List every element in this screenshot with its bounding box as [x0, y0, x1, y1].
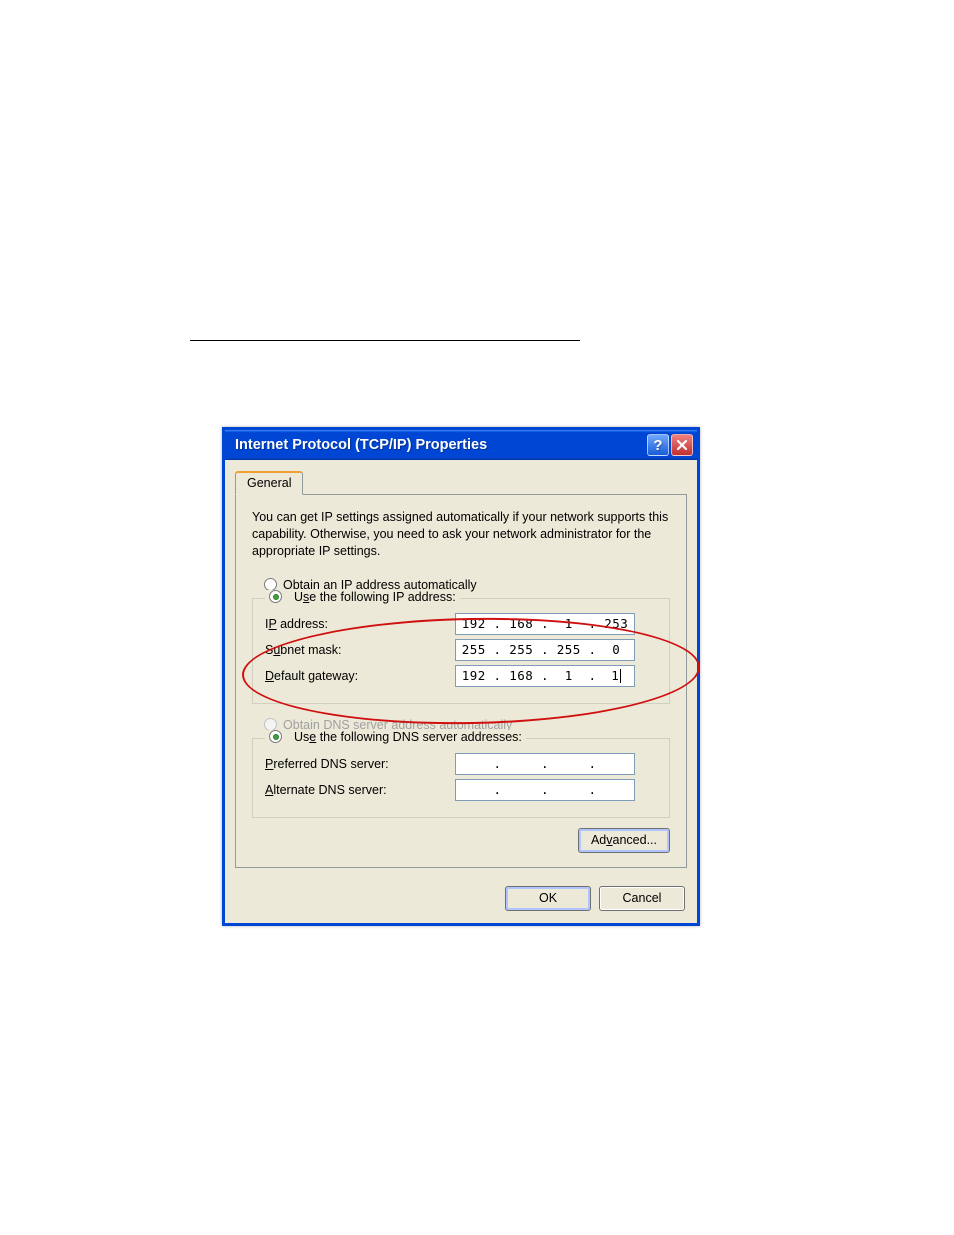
radio-label: Use the following DNS server addresses: — [294, 730, 522, 744]
tab-label: General — [247, 476, 291, 490]
dns-fieldset: Use the following DNS server addresses: … — [252, 738, 670, 818]
label-alternate-dns: Alternate DNS server: — [265, 783, 455, 797]
titlebar[interactable]: Internet Protocol (TCP/IP) Properties ? — [225, 430, 697, 460]
radio-use-ip[interactable]: Use the following IP address: — [265, 590, 460, 604]
label-ip-address: IP address: — [265, 617, 455, 631]
radio-label: Use the following IP address: — [294, 590, 456, 604]
help-icon[interactable]: ? — [647, 434, 669, 456]
input-alternate-dns[interactable]: . . . — [455, 779, 635, 801]
tab-general[interactable]: General — [235, 471, 303, 495]
document-divider — [190, 340, 580, 341]
ok-button[interactable]: OK — [505, 886, 591, 911]
intro-text: You can get IP settings assigned automat… — [252, 509, 670, 560]
advanced-button[interactable]: Advanced... — [578, 828, 670, 853]
label-preferred-dns: Preferred DNS server: — [265, 757, 455, 771]
text-cursor-icon — [620, 669, 621, 683]
input-default-gateway[interactable]: 192. 168. 1. 1 — [455, 665, 635, 687]
radio-icon — [269, 730, 282, 743]
tabstrip: General — [235, 470, 687, 495]
tcpip-properties-dialog: Internet Protocol (TCP/IP) Properties ? … — [222, 427, 700, 926]
ip-radiogroup: Obtain an IP address automatically Use t… — [252, 576, 670, 704]
ip-fieldset: Use the following IP address: IP address… — [252, 598, 670, 704]
dialog-buttons: OK Cancel — [225, 878, 697, 923]
close-icon[interactable] — [671, 434, 693, 456]
row-alternate-dns: Alternate DNS server: . . . — [265, 779, 657, 801]
row-preferred-dns: Preferred DNS server: . . . — [265, 753, 657, 775]
dialog-title: Internet Protocol (TCP/IP) Properties — [235, 437, 647, 453]
label-default-gateway: Default gateway: — [265, 669, 455, 683]
general-panel: You can get IP settings assigned automat… — [235, 495, 687, 868]
row-subnet-mask: Subnet mask: 255. 255. 255. 0 — [265, 639, 657, 661]
label-subnet-mask: Subnet mask: — [265, 643, 455, 657]
input-subnet-mask[interactable]: 255. 255. 255. 0 — [455, 639, 635, 661]
row-ip-address: IP address: 192. 168. 1. 253 — [265, 613, 657, 635]
dns-radiogroup: Obtain DNS server address automatically … — [252, 716, 670, 818]
radio-use-dns[interactable]: Use the following DNS server addresses: — [265, 730, 526, 744]
cancel-button[interactable]: Cancel — [599, 886, 685, 911]
advanced-row: Advanced... — [252, 828, 670, 853]
row-default-gateway: Default gateway: 192. 168. 1. 1 — [265, 665, 657, 687]
input-preferred-dns[interactable]: . . . — [455, 753, 635, 775]
input-ip-address[interactable]: 192. 168. 1. 253 — [455, 613, 635, 635]
radio-icon — [269, 590, 282, 603]
titlebar-buttons: ? — [647, 434, 693, 456]
